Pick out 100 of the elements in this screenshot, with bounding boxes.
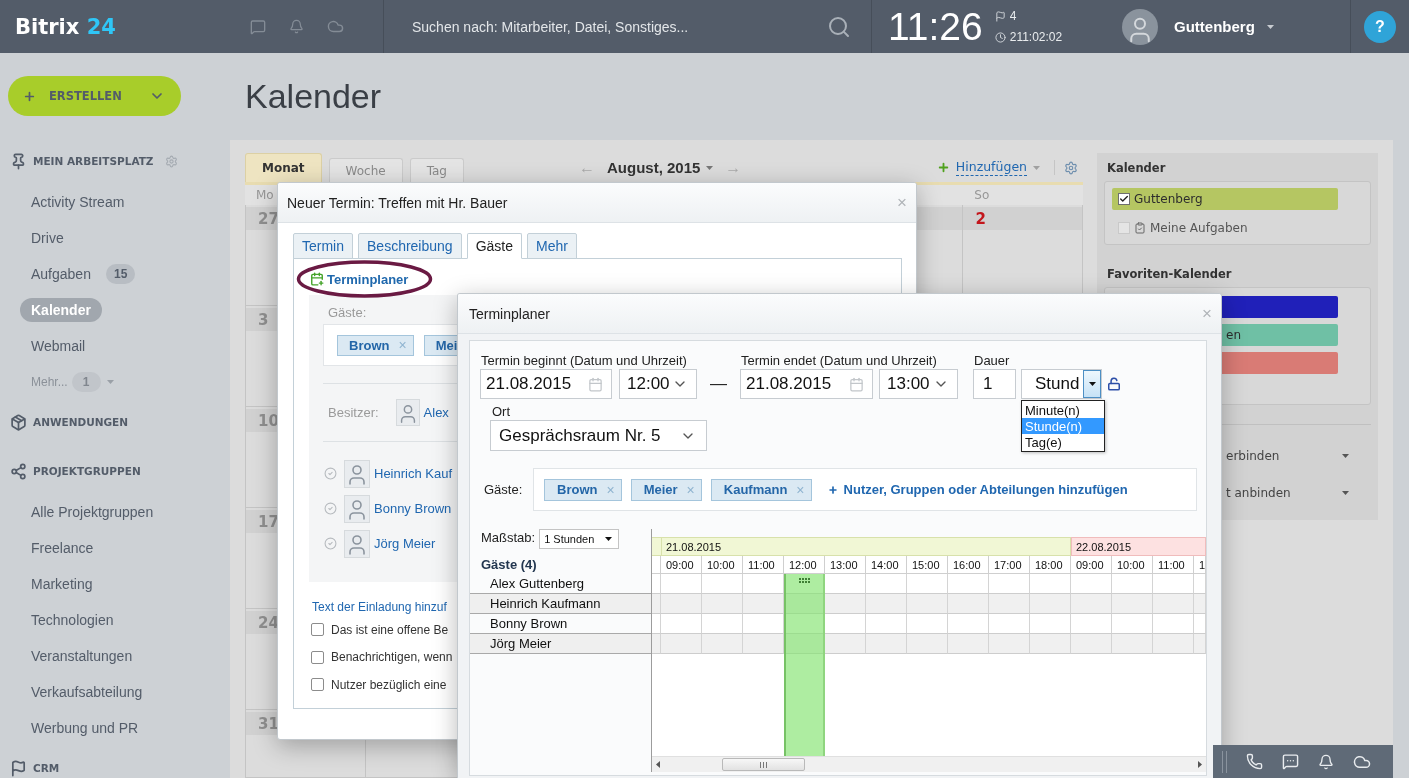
time-slot[interactable] bbox=[1030, 594, 1071, 614]
time-slot[interactable] bbox=[1194, 634, 1206, 654]
time-slot[interactable] bbox=[784, 634, 825, 654]
sidebar-item[interactable]: Veranstaltungen bbox=[20, 644, 144, 668]
time-slot[interactable] bbox=[661, 594, 702, 614]
dialog-tab[interactable]: Gäste bbox=[466, 233, 522, 259]
time-slot[interactable] bbox=[825, 614, 866, 634]
time-slot[interactable] bbox=[1112, 614, 1153, 634]
lock-icon[interactable] bbox=[1107, 377, 1121, 391]
time-slot[interactable] bbox=[866, 614, 907, 634]
arrow-right-icon[interactable] bbox=[1198, 761, 1202, 768]
time-slot[interactable] bbox=[702, 614, 743, 634]
scrollbar-thumb[interactable] bbox=[722, 758, 805, 771]
time-slot[interactable] bbox=[702, 634, 743, 654]
time-select[interactable]: 13:00 bbox=[879, 369, 958, 399]
sidebar-item[interactable]: Alle Projektgruppen bbox=[20, 500, 165, 524]
time-slot[interactable] bbox=[702, 594, 743, 614]
avatar-icon[interactable] bbox=[1122, 8, 1158, 45]
checkbox[interactable] bbox=[311, 650, 324, 664]
time-slot[interactable] bbox=[1153, 574, 1194, 594]
section-heading[interactable]: MEIN ARBEITSPLATZ bbox=[33, 155, 154, 167]
panel-link[interactable]: t anbinden bbox=[1226, 485, 1291, 500]
time-selection[interactable] bbox=[784, 574, 825, 756]
time-slot[interactable] bbox=[1153, 634, 1194, 654]
unit-select[interactable]: Stund bbox=[1021, 369, 1102, 399]
time-slot[interactable] bbox=[907, 594, 948, 614]
guests-field[interactable]: Brown × Meier × Kaufmann × Nutzer, Gruppen oder Abteilungen hinzufügen bbox=[533, 468, 1197, 511]
time-slot[interactable] bbox=[661, 634, 702, 654]
phone-icon[interactable] bbox=[1246, 753, 1263, 770]
time-slot[interactable] bbox=[652, 594, 661, 614]
cloud-icon[interactable] bbox=[327, 18, 344, 35]
dialog-tab[interactable]: Mehr bbox=[527, 233, 577, 259]
calendar-icon[interactable] bbox=[588, 376, 603, 392]
time-slot[interactable] bbox=[825, 634, 866, 654]
time-slot[interactable] bbox=[907, 634, 948, 654]
chat-icon[interactable] bbox=[250, 18, 266, 35]
section-heading[interactable]: ANWENDUNGEN bbox=[33, 416, 129, 428]
arrow-left-icon[interactable] bbox=[656, 761, 660, 768]
search-icon[interactable] bbox=[827, 14, 851, 39]
user-name[interactable]: Guttenberg bbox=[1174, 18, 1255, 35]
time-slot[interactable] bbox=[784, 594, 825, 614]
time-slot[interactable] bbox=[1153, 614, 1194, 634]
caret-icon[interactable] bbox=[1342, 453, 1349, 458]
time-slot[interactable] bbox=[1194, 574, 1206, 594]
sidebar-item[interactable]: Verkaufsabteilung bbox=[20, 680, 154, 704]
view-tab[interactable]: Tag bbox=[409, 158, 464, 182]
time-slot[interactable] bbox=[989, 574, 1030, 594]
time-slot[interactable] bbox=[989, 614, 1030, 634]
calendar-item[interactable]: Meine Aufgaben bbox=[1112, 217, 1338, 239]
dialog-tab[interactable]: Beschreibung bbox=[358, 233, 462, 259]
time-slot[interactable] bbox=[989, 634, 1030, 654]
dialog-tab[interactable]: Termin bbox=[293, 233, 353, 259]
time-slot[interactable] bbox=[948, 594, 989, 614]
checkbox[interactable] bbox=[311, 623, 324, 637]
sidebar-item[interactable]: Activity Stream bbox=[20, 190, 136, 214]
time-slot[interactable] bbox=[743, 594, 784, 614]
time-slot[interactable] bbox=[743, 614, 784, 634]
time-slot[interactable] bbox=[661, 614, 702, 634]
time-slot[interactable] bbox=[989, 594, 1030, 614]
sidebar-item[interactable]: Marketing bbox=[20, 572, 104, 596]
person-link[interactable]: Bonny Brown bbox=[374, 501, 452, 516]
time-slot[interactable] bbox=[702, 574, 743, 594]
add-button[interactable]: Hinzufügen bbox=[936, 159, 1040, 176]
scale-select[interactable]: 1 Stunden bbox=[539, 529, 620, 549]
location-select[interactable]: Gesprächsraum Nr. 5 bbox=[490, 420, 707, 451]
settings-icon[interactable] bbox=[1064, 160, 1078, 175]
checkbox[interactable] bbox=[311, 678, 324, 692]
time-slot[interactable] bbox=[1112, 634, 1153, 654]
settings-icon[interactable] bbox=[165, 154, 179, 168]
time-slot[interactable] bbox=[1030, 614, 1071, 634]
time-slot[interactable] bbox=[1071, 594, 1112, 614]
guest-tag[interactable]: Meier × bbox=[630, 478, 702, 501]
sidebar-item[interactable]: Technologien bbox=[20, 608, 125, 632]
person-link[interactable]: Heinrich Kauf bbox=[374, 466, 453, 481]
time-slot[interactable] bbox=[1112, 574, 1153, 594]
time-slot[interactable] bbox=[866, 574, 907, 594]
caret-icon[interactable] bbox=[1342, 490, 1349, 495]
time-select[interactable]: 12:00 bbox=[619, 369, 697, 399]
create-button[interactable]: ERSTELLEN bbox=[8, 76, 181, 116]
help-button[interactable]: ? bbox=[1364, 10, 1396, 43]
time-slot[interactable] bbox=[866, 634, 907, 654]
time-slot[interactable] bbox=[1153, 594, 1194, 614]
person-link[interactable]: Alex bbox=[423, 405, 449, 420]
time-slot[interactable] bbox=[866, 594, 907, 614]
time-slot[interactable] bbox=[1071, 634, 1112, 654]
sidebar-item[interactable]: Freelance bbox=[20, 536, 105, 560]
search-field[interactable]: Suchen nach: Mitarbeiter, Datei, Sonstiges... bbox=[412, 11, 817, 42]
sidebar-item[interactable]: Kalender bbox=[20, 298, 102, 322]
panel-link[interactable]: erbinden bbox=[1226, 448, 1280, 463]
time-slot[interactable] bbox=[1071, 574, 1112, 594]
time-slot[interactable] bbox=[1030, 574, 1071, 594]
guest-tag[interactable]: Kaufmann × bbox=[710, 478, 812, 501]
sidebar-item[interactable]: Aufgaben bbox=[20, 262, 102, 286]
time-slot[interactable] bbox=[743, 574, 784, 594]
duration-input[interactable]: 1 bbox=[973, 369, 1016, 399]
time-slot[interactable] bbox=[1030, 634, 1071, 654]
sidebar-item[interactable]: Werbung und PR bbox=[20, 716, 150, 740]
time-slot[interactable] bbox=[1194, 614, 1206, 634]
time-slot[interactable] bbox=[743, 634, 784, 654]
time-slot[interactable] bbox=[907, 614, 948, 634]
